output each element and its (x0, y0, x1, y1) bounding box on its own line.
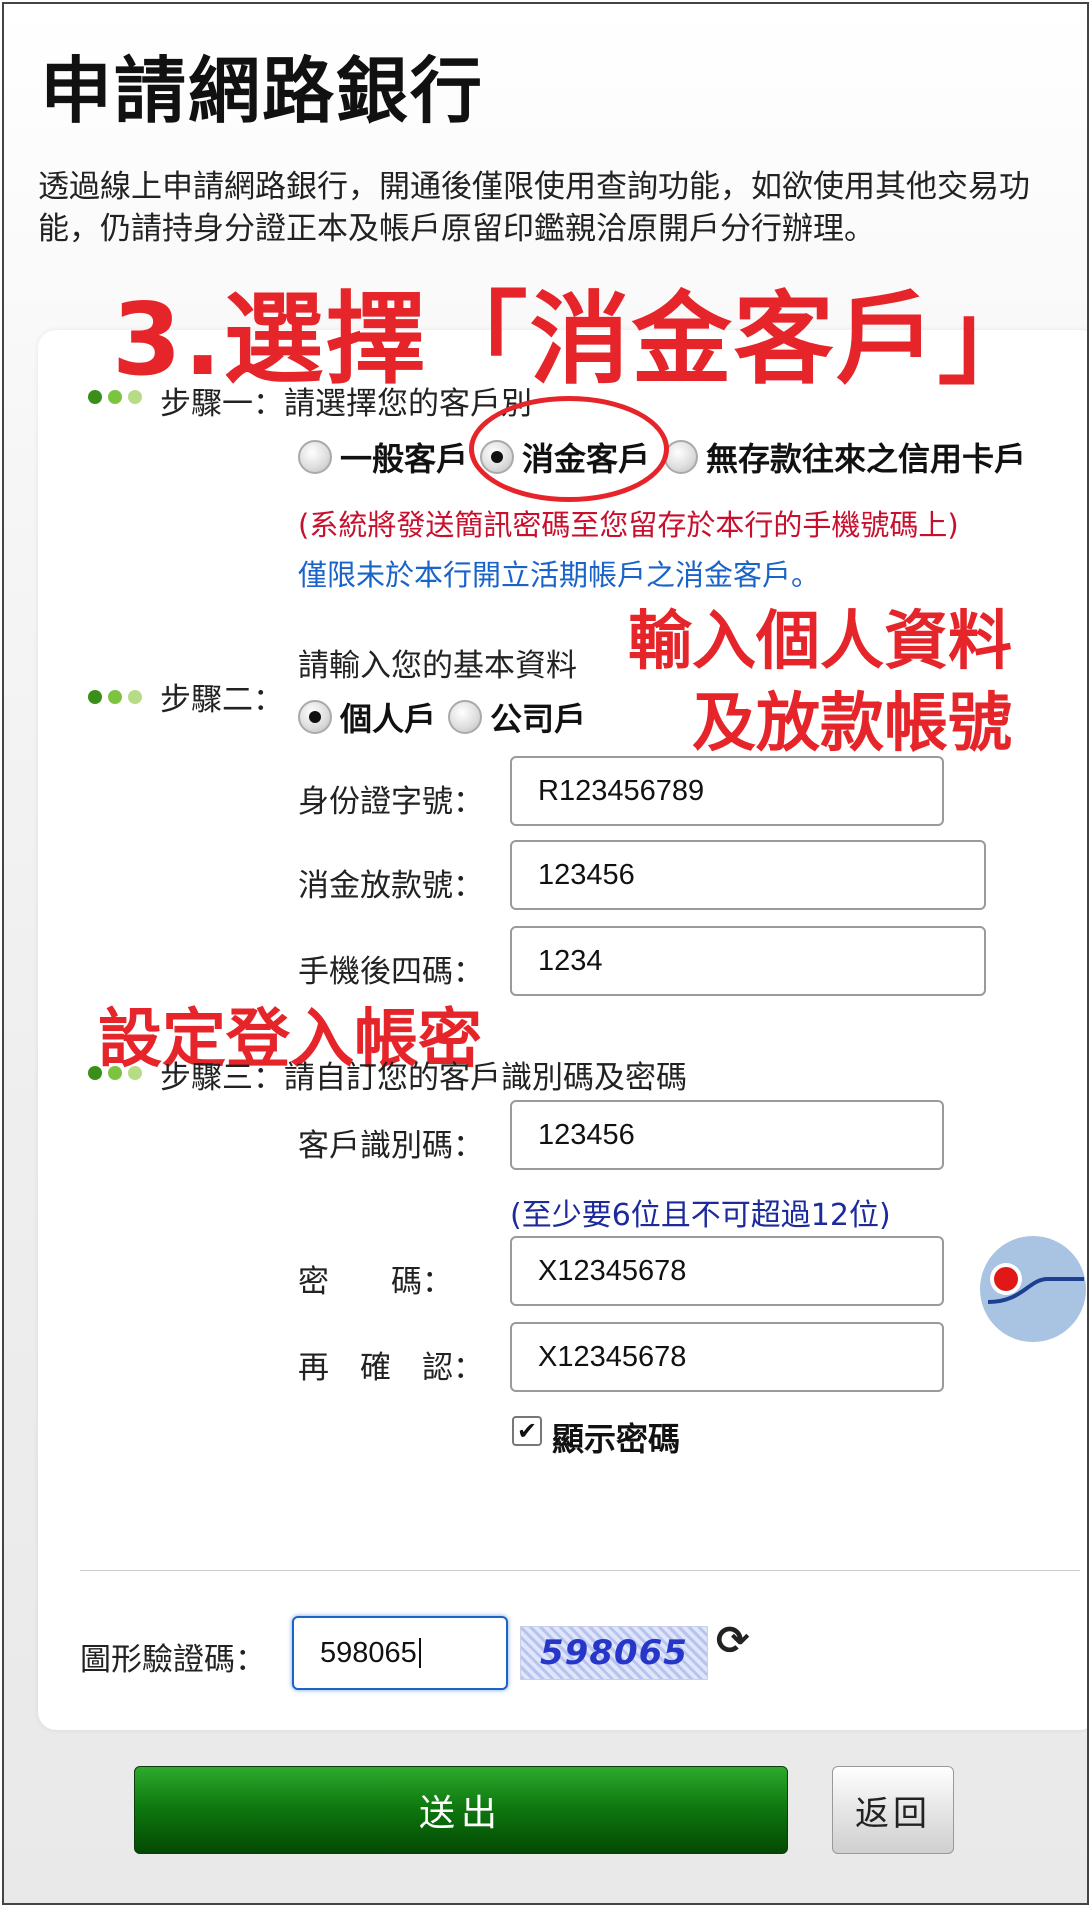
step1-label: 步驟一：請選擇您的客戶別 (160, 386, 532, 422)
radio-label: 一般客戶 (340, 440, 469, 478)
radio-credit-card-only[interactable]: 無存款往來之信用卡戶 (664, 434, 1026, 480)
radio-label: 公司戶 (490, 700, 587, 738)
confirm-password-label: 再 確 認： (298, 1350, 484, 1386)
phone-last4-label: 手機後四碼： (298, 954, 484, 990)
refresh-icon[interactable]: ⟳ (716, 1618, 750, 1664)
password-label: 密 碼： (298, 1264, 453, 1300)
phone-last4-input[interactable]: 1234 (510, 926, 986, 996)
radio-icon[interactable] (298, 440, 332, 474)
floating-assistant-icon[interactable] (978, 1234, 1088, 1344)
back-button[interactable]: 返回 (832, 1766, 954, 1854)
step3-label: 步驟三：請自訂您的客戶識別碼及密碼 (160, 1060, 687, 1096)
show-password-label: 顯示密碼 (552, 1420, 681, 1458)
captcha-image: 598065 (520, 1626, 708, 1680)
intro-text: 透過線上申請網路銀行，開通後僅限使用查詢功能，如欲使用其他交易功能，仍請持身分證… (38, 169, 1030, 247)
step2-bullets-icon (88, 690, 142, 704)
user-id-length-note: (至少要6位且不可超過12位) (510, 1198, 891, 1233)
annotation-enter-info: 輸入個人資料 (628, 605, 1012, 679)
step1-bullets-icon (88, 390, 142, 404)
section-divider (80, 1570, 1080, 1571)
step2-label: 步驟二： (160, 682, 284, 718)
sms-note: (系統將發送簡訊密碼至您留存於本行的手機號碼上) (298, 508, 959, 542)
radio-general-customer[interactable]: 一般客戶 (298, 434, 468, 480)
annotation-loan-account: 及放款帳號 (692, 687, 1012, 761)
id-number-input[interactable]: R123456789 (510, 756, 944, 826)
text-caret (418, 1638, 421, 1668)
radio-corporate-account[interactable]: 公司戶 (448, 694, 586, 740)
checkmark-icon: ✔ (516, 1417, 538, 1445)
page-frame: 申請網路銀行 透過線上申請網路銀行，開通後僅限使用查詢功能，如欲使用其他交易功能… (2, 2, 1089, 1905)
loan-number-label: 消金放款號： (298, 868, 484, 904)
password-input[interactable]: X12345678 (510, 1236, 944, 1306)
loan-number-input[interactable]: 123456 (510, 840, 986, 910)
radio-personal-account[interactable]: 個人戶 (298, 694, 436, 740)
radio-icon[interactable] (448, 700, 482, 734)
page-title: 申請網路銀行 (40, 49, 485, 133)
step3-bullets-icon (88, 1066, 142, 1080)
radio-icon[interactable] (664, 440, 698, 474)
user-id-input[interactable]: 123456 (510, 1100, 944, 1170)
captcha-label: 圖形驗證碼： (80, 1642, 266, 1678)
submit-button[interactable]: 送出 (134, 1766, 788, 1854)
user-id-label: 客戶識別碼： (298, 1128, 484, 1164)
show-password-checkbox[interactable]: ✔ (512, 1416, 542, 1446)
captcha-input[interactable]: 598065 (292, 1616, 508, 1690)
eligibility-note: 僅限未於本行開立活期帳戶之消金客戶。 (298, 558, 821, 592)
highlight-circle-annotation (469, 396, 669, 502)
radio-selected-icon[interactable] (298, 700, 332, 734)
radio-label: 個人戶 (340, 700, 437, 738)
step2-prompt: 請輸入您的基本資料 (298, 648, 577, 684)
radio-label: 無存款往來之信用卡戶 (706, 440, 1027, 478)
confirm-password-input[interactable]: X12345678 (510, 1322, 944, 1392)
id-number-label: 身份證字號： (298, 784, 484, 820)
